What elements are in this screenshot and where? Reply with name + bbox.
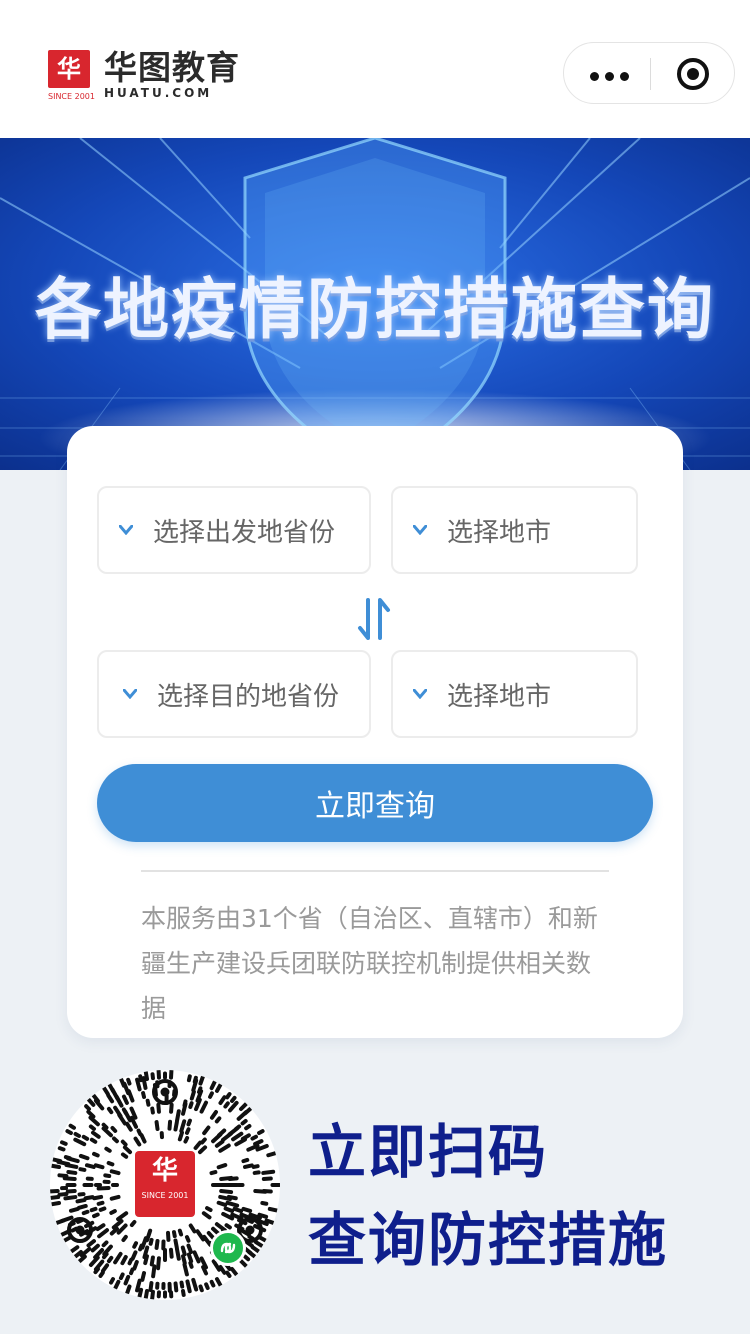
query-button[interactable]: 立即查询 [97,764,653,842]
depart-province-select[interactable]: 选择出发地省份 [97,486,371,574]
logo-mark-icon: 华 [48,50,90,88]
more-icon[interactable] [590,72,629,81]
logo-domain: HUATU.COM [104,86,213,100]
dest-province-label: 选择目的地省份 [157,681,340,712]
logo-since: SINCE 2001 [48,92,95,101]
miniprogram-qr-code: 华 SINCE 2001 [50,1070,280,1300]
miniprogram-capsule [563,42,735,104]
chevron-down-icon [119,525,133,535]
dest-province-select[interactable]: 选择目的地省份 [97,650,371,738]
scan-cta-line1: 立即扫码 [308,1118,549,1186]
qr-logo-since: SINCE 2001 [141,1191,189,1200]
dest-city-select[interactable]: 选择地市 [391,650,638,738]
depart-province-label: 选择出发地省份 [153,517,336,548]
huatu-logo: 华 SINCE 2001 华图教育 HUATU.COM [48,50,240,104]
chevron-down-icon [413,689,427,699]
wechat-miniprogram-icon [210,1230,246,1266]
capsule-divider [650,58,651,90]
logo-name: 华图教育 [104,48,240,87]
dest-city-label: 选择地市 [447,681,552,712]
divider [141,870,609,872]
banner-title: 各地疫情防控措施查询 [35,271,715,348]
chevron-down-icon [123,689,137,699]
depart-city-select[interactable]: 选择地市 [391,486,638,574]
scan-cta-line2: 查询防控措施 [308,1206,669,1274]
top-bar: 华 SINCE 2001 华图教育 HUATU.COM [0,0,750,138]
qr-logo: 华 SINCE 2001 [135,1151,195,1217]
chevron-down-icon [413,525,427,535]
depart-city-label: 选择地市 [447,517,552,548]
qr-logo-mark: 华 [151,1156,178,1186]
scan-call-to-action: 立即扫码 查询防控措施 [308,1108,668,1284]
query-card: 选择出发地省份 选择地市 选择目的地省份 选择地市 立即查询 本服务由31个省（… [67,426,683,1038]
swap-icon[interactable] [357,596,391,642]
data-source-note: 本服务由31个省（自治区、直辖市）和新疆生产建设兵团联防联控机制提供相关数据 [141,904,598,1023]
hero-banner: 各地疫情防控措施查询 [0,138,750,470]
close-target-icon[interactable] [676,57,710,91]
